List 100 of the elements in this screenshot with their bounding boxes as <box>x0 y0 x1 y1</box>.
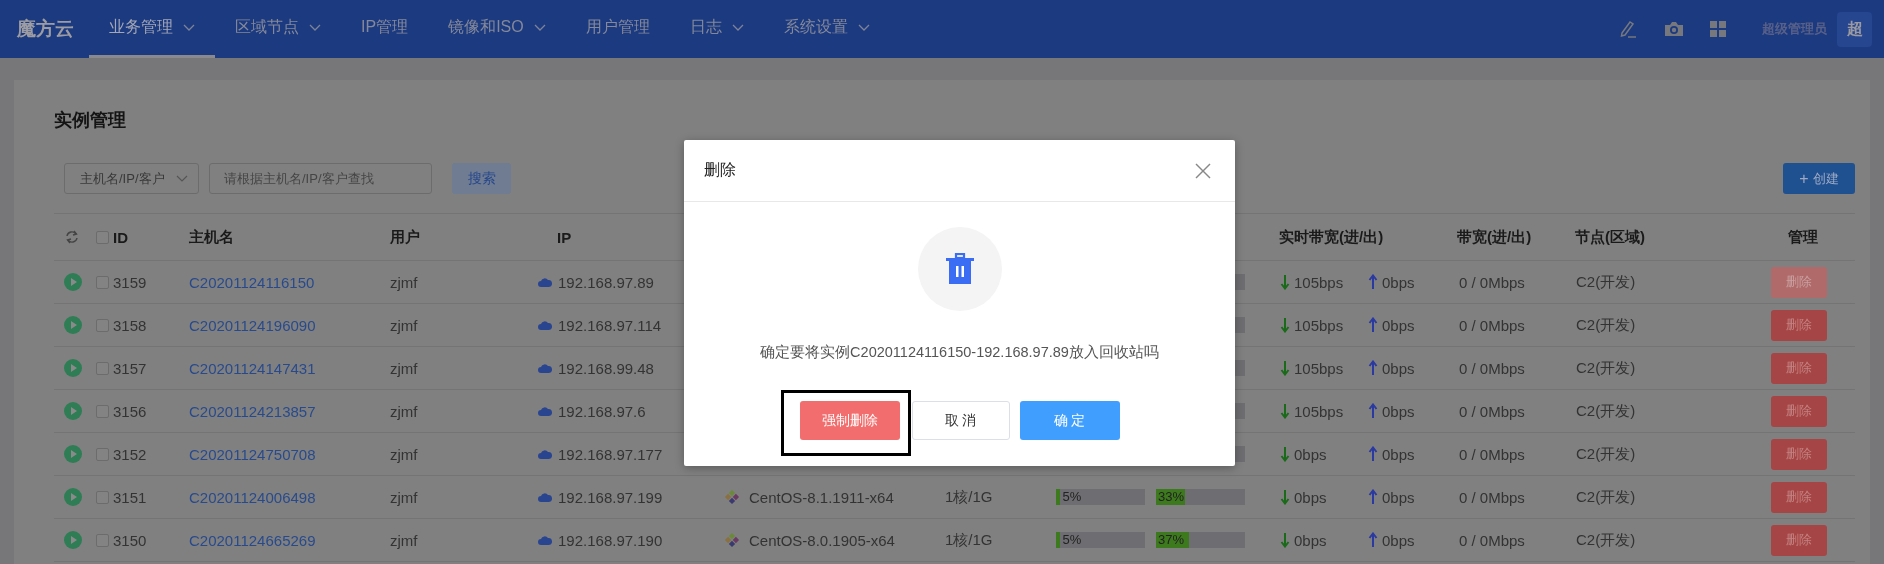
user-cell: zjmf <box>390 402 418 420</box>
chevron-down-icon <box>176 174 188 183</box>
play-icon <box>64 445 82 463</box>
arrow-up-icon <box>1368 360 1378 376</box>
bandwidth-out: 0bps <box>1382 359 1415 377</box>
bandwidth-in: 0bps <box>1294 445 1328 463</box>
id-cell: 3159 <box>113 273 147 291</box>
hostname-link[interactable]: C20201124213857 <box>189 402 316 420</box>
delete-button[interactable]: 删除 <box>1771 309 1827 341</box>
nav-tab[interactable]: 用户管理 <box>565 0 670 58</box>
create-button[interactable]: + 创建 <box>1783 163 1855 194</box>
dialog-title: 删除 <box>704 160 736 180</box>
ip-cell: 192.168.97.6 <box>558 402 646 420</box>
nav-tab[interactable]: 日志 <box>669 0 764 58</box>
nav-tab[interactable]: 系统设置 <box>763 0 890 58</box>
column-header: IP <box>557 228 572 246</box>
bandwidth-out: 0bps <box>1382 273 1415 291</box>
bandwidth-in: 0bps <box>1294 531 1328 549</box>
nav-tab[interactable]: 业务管理 <box>89 0 215 58</box>
arrow-down-icon <box>1280 489 1290 505</box>
id-cell: 3158 <box>113 316 147 334</box>
play-icon <box>64 359 82 377</box>
config-cell: 1核/1G <box>945 530 993 550</box>
hostname-link[interactable]: C20201124196090 <box>189 316 316 334</box>
user-cell: zjmf <box>390 488 418 506</box>
nav-tab[interactable]: 镜像和ISO <box>428 0 566 58</box>
bandwidth-in: 105bps <box>1294 402 1345 420</box>
cloud-icon <box>538 406 552 416</box>
page-title: 实例管理 <box>54 110 127 130</box>
nav-tab[interactable]: IP管理 <box>341 0 429 58</box>
cloud-icon <box>538 492 552 502</box>
ip-cell: 192.168.97.177 <box>558 445 663 463</box>
hostname-link[interactable]: C20201124750708 <box>189 445 316 463</box>
grid-icon[interactable] <box>1710 21 1726 37</box>
meter-reading: 5% <box>1062 532 1082 548</box>
camera-icon[interactable] <box>1664 20 1684 38</box>
delete-button[interactable]: 删除 <box>1771 438 1827 470</box>
logo[interactable]: 魔方云 <box>17 16 89 42</box>
arrow-down-icon <box>1280 446 1290 462</box>
bandwidth-out: 0bps <box>1382 402 1415 420</box>
delete-button[interactable]: 删除 <box>1771 352 1827 384</box>
column-header: 节点(区域) <box>1575 227 1645 247</box>
node-cell: C2(开发) <box>1576 358 1636 378</box>
arrow-up-icon <box>1368 489 1378 505</box>
delete-button[interactable]: 删除 <box>1771 524 1827 556</box>
bandwidth-out: 0bps <box>1382 488 1415 506</box>
arrow-down-icon <box>1280 317 1290 333</box>
search-field[interactable]: 请根据主机名/IP/客户查找 <box>209 163 432 194</box>
id-cell: 3156 <box>113 402 147 420</box>
search-button[interactable]: 搜索 <box>452 163 511 194</box>
bandwidth-cell: 0 / 0Mbps <box>1459 445 1525 463</box>
ip-cell: 192.168.97.89 <box>558 273 654 291</box>
user-name[interactable]: 超级管理员 <box>1762 20 1827 38</box>
user-cell: zjmf <box>390 531 418 549</box>
user-cell: zjmf <box>390 273 418 291</box>
id-cell: 3157 <box>113 359 147 377</box>
bandwidth-cell: 0 / 0Mbps <box>1459 402 1525 420</box>
arrow-up-icon <box>1368 532 1378 548</box>
dialog-message: 确定要将实例C20201124116150-192.168.97.89放入回收站吗 <box>759 343 1160 361</box>
delete-button[interactable]: 删除 <box>1771 395 1827 427</box>
config-cell: 1核/1G <box>945 487 993 507</box>
meter-reading: 33% <box>1158 489 1185 505</box>
cloud-icon <box>538 277 552 287</box>
meter-reading: 37% <box>1158 532 1185 548</box>
column-header: 管理 <box>1788 227 1818 247</box>
hostname-link[interactable]: C20201124147431 <box>189 359 316 377</box>
cloud-icon <box>538 449 552 459</box>
refresh-icon[interactable] <box>64 229 80 245</box>
bandwidth-out: 0bps <box>1382 316 1415 334</box>
play-icon <box>64 402 82 420</box>
bandwidth-out: 0bps <box>1382 531 1415 549</box>
bandwidth-in: 105bps <box>1294 316 1345 334</box>
node-cell: C2(开发) <box>1576 315 1636 335</box>
trash-icon <box>943 253 976 285</box>
confirm-button[interactable]: 确 定 <box>1019 401 1120 440</box>
column-header: ID <box>113 228 128 246</box>
node-cell: C2(开发) <box>1576 272 1636 292</box>
cloud-icon <box>538 320 552 330</box>
hostname-link[interactable]: C20201124665269 <box>189 531 316 549</box>
bandwidth-cell: 0 / 0Mbps <box>1459 273 1525 291</box>
meter-reading: 5% <box>1062 489 1082 505</box>
force-delete-button[interactable]: 强制删除 <box>799 401 900 440</box>
user-avatar[interactable]: 超 <box>1837 11 1872 47</box>
play-icon <box>64 316 82 334</box>
node-cell: C2(开发) <box>1576 401 1636 421</box>
bandwidth-cell: 0 / 0Mbps <box>1459 531 1525 549</box>
pinwheel-icon <box>723 488 741 506</box>
play-icon <box>64 488 82 506</box>
cancel-button[interactable]: 取 消 <box>911 401 1010 440</box>
close-icon[interactable] <box>1195 162 1211 179</box>
cloud-icon <box>538 363 552 373</box>
pencil-icon[interactable] <box>1618 19 1638 39</box>
arrow-down-icon <box>1280 360 1290 376</box>
nav-tab[interactable]: 区域节点 <box>215 0 341 58</box>
play-icon <box>64 531 82 549</box>
column-header: 主机名 <box>189 227 234 247</box>
filter-select[interactable]: 主机名/IP/客户 <box>64 163 199 194</box>
delete-button[interactable]: 删除 <box>1771 481 1827 513</box>
hostname-link[interactable]: C20201124006498 <box>189 488 316 506</box>
arrow-down-icon <box>1280 274 1290 290</box>
